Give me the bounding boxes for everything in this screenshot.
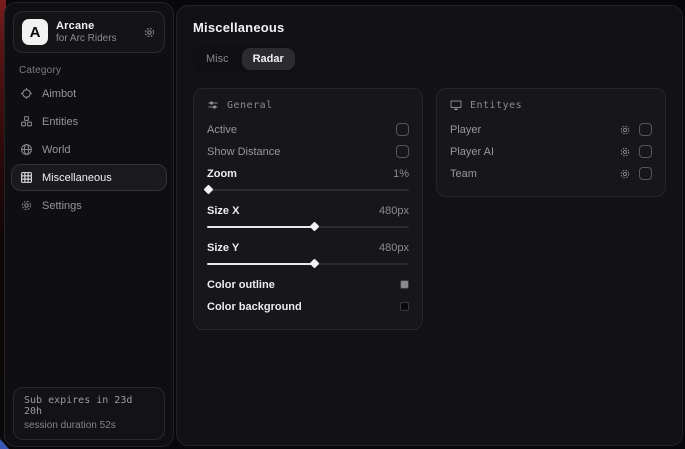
toggle-row-active: Active [207,119,409,140]
globe-icon [20,143,33,156]
sidebar-item-world[interactable]: World [11,136,167,163]
sidebar-item-label: Entities [42,116,78,128]
mouse-cursor [0,439,9,449]
boxes-icon [20,115,33,128]
slider-value: 1% [393,168,409,180]
color-label: Color outline [207,279,275,291]
player-checkbox[interactable] [639,123,652,136]
app-header-card[interactable]: A Arcane for Arc Riders [13,11,165,53]
tab-bar: Misc Radar [193,46,297,72]
gear-icon[interactable] [143,26,156,39]
toggle-label: Active [207,124,237,136]
size-y-slider[interactable] [207,259,409,268]
tab-radar[interactable]: Radar [242,48,295,70]
show-distance-checkbox[interactable] [396,145,409,158]
color-row-background: Color background [207,296,409,317]
toggle-label: Show Distance [207,146,280,158]
slider-thumb[interactable] [310,222,320,232]
entity-label: Team [450,168,477,180]
grid-icon [20,171,33,184]
slider-row-size-y: Size Y 480px [207,237,409,258]
entity-label: Player [450,124,481,136]
tab-misc[interactable]: Misc [195,48,240,70]
zoom-slider[interactable] [207,185,409,194]
app-name: Arcane [56,20,135,32]
entity-label: Player AI [450,146,494,158]
subscription-info-card: Sub expires in 23d 20h session duration … [13,387,165,440]
size-x-slider[interactable] [207,222,409,231]
sidebar-item-settings[interactable]: Settings [11,192,167,219]
sidebar-item-aimbot[interactable]: Aimbot [11,80,167,107]
general-card: General Active Show Distance Zoom 1% Siz… [193,88,423,330]
color-row-outline: Color outline [207,274,409,295]
page-title: Miscellaneous [193,20,666,35]
crosshair-icon [20,87,33,100]
team-checkbox[interactable] [639,167,652,180]
sidebar: A Arcane for Arc Riders Category Aimbot [4,2,174,447]
slider-label: Size X [207,205,239,217]
sliders-icon [207,99,219,111]
sidebar-item-label: Miscellaneous [42,172,112,184]
general-card-title: General [227,100,273,111]
sidebar-item-miscellaneous[interactable]: Miscellaneous [11,164,167,191]
slider-thumb[interactable] [204,185,214,195]
session-duration-text: session duration 52s [24,420,154,431]
toggle-row-show-distance: Show Distance [207,141,409,162]
color-background-swatch[interactable] [400,302,409,311]
main-panel: Miscellaneous Misc Radar General Active [176,5,683,446]
sidebar-item-label: Aimbot [42,88,76,100]
sidebar-item-entities[interactable]: Entities [11,108,167,135]
slider-value: 480px [379,242,409,254]
sidebar-item-label: Settings [42,200,82,212]
category-label: Category [19,65,159,76]
slider-label: Zoom [207,168,237,180]
gear-icon[interactable] [619,124,631,136]
gear-icon[interactable] [619,168,631,180]
entities-card: Entityes Player Player AI [436,88,666,197]
app-logo: A [22,19,48,45]
slider-value: 480px [379,205,409,217]
gear-icon [20,199,33,212]
entity-row-player-ai: Player AI [450,141,652,162]
slider-row-zoom: Zoom 1% [207,163,409,184]
sub-expiry-text: Sub expires in 23d 20h [24,395,154,417]
gear-icon[interactable] [619,146,631,158]
color-label: Color background [207,301,302,313]
player-ai-checkbox[interactable] [639,145,652,158]
entities-card-title: Entityes [470,100,522,111]
sidebar-nav: Aimbot Entities World [5,80,173,219]
entity-row-player: Player [450,119,652,140]
slider-thumb[interactable] [310,259,320,269]
color-outline-swatch[interactable] [400,280,409,289]
active-checkbox[interactable] [396,123,409,136]
app-subtitle: for Arc Riders [56,33,135,44]
slider-row-size-x: Size X 480px [207,200,409,221]
entity-row-team: Team [450,163,652,184]
monitor-icon [450,99,462,111]
sidebar-item-label: World [42,144,71,156]
slider-label: Size Y [207,242,239,254]
